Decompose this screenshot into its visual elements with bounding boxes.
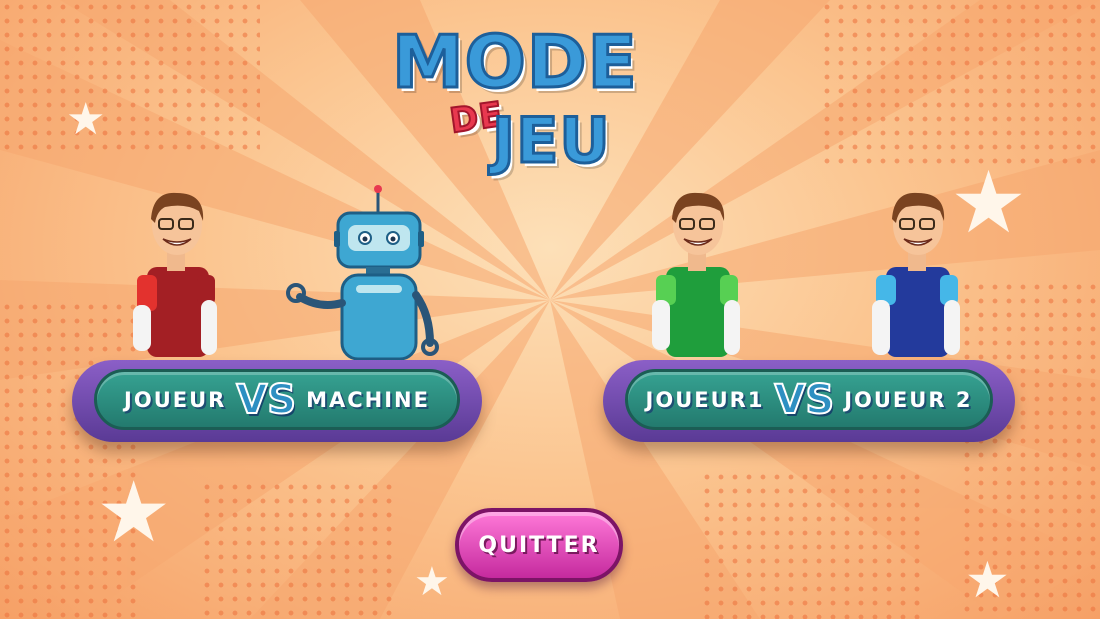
dot-pattern xyxy=(0,300,140,619)
dot-pattern xyxy=(0,0,260,150)
quit-button-label: QUITTER xyxy=(478,532,600,558)
robot-icon xyxy=(286,185,439,361)
game-title: MODE DE JEU xyxy=(380,19,700,179)
dot-pattern xyxy=(820,0,1100,170)
dot-pattern xyxy=(200,480,400,619)
star-icon: ★ xyxy=(66,94,106,145)
vs-label: VS xyxy=(773,376,835,424)
boy-green-shirt-icon xyxy=(652,192,740,357)
quit-button[interactable]: QUITTER xyxy=(455,508,623,582)
mode-label-panel: JOUEUR1 VS JOUEUR 2 xyxy=(625,369,993,430)
boy-blue-shirt-icon xyxy=(872,192,960,357)
vs-label: VS xyxy=(235,376,297,424)
mode-left-player-label: JOUEUR xyxy=(124,387,227,412)
star-icon: ★ xyxy=(965,551,1010,609)
dot-pattern xyxy=(700,470,920,619)
star-icon: ★ xyxy=(96,463,172,561)
star-icon: ★ xyxy=(414,559,450,605)
mode-right-player1-label: JOUEUR1 xyxy=(645,387,765,412)
boy-red-shirt-icon xyxy=(133,192,217,357)
mode-player-vs-player-button[interactable]: JOUEUR1 VS JOUEUR 2 xyxy=(603,360,1015,442)
mode-player-vs-machine-button[interactable]: JOUEUR VS MACHINE xyxy=(72,360,482,442)
mode-left-opponent-label: MACHINE xyxy=(306,387,430,412)
mode-label-panel: JOUEUR VS MACHINE xyxy=(94,369,460,430)
mode-right-player2-label: JOUEUR 2 xyxy=(844,387,973,412)
game-mode-screen: ★ ★ ★ ★ ★ MODE DE JEU JOUEUR VS MACHINE … xyxy=(0,0,1100,619)
title-jeu: JEU xyxy=(491,103,612,179)
title-mode: MODE xyxy=(391,19,639,106)
